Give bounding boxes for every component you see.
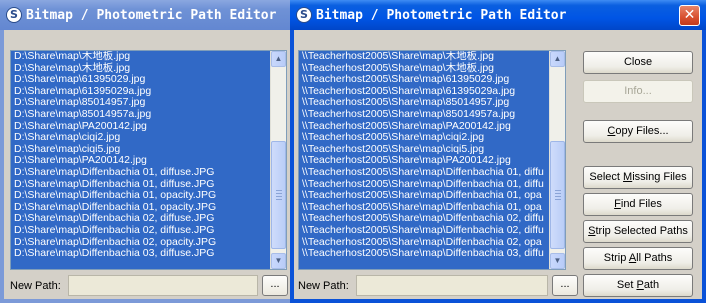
right-dialog-window: S Bitmap / Photometric Path Editor ✕ \\T… (290, 0, 706, 303)
file-list-item[interactable]: D:\Share\map\Diffenbachia 01, diffuse.JP… (11, 166, 270, 179)
file-list-item[interactable]: \\Teacherhost2005\Share\map\木地板.jpg (299, 51, 549, 63)
grip-line (276, 199, 282, 200)
left-frame-border (0, 30, 4, 303)
file-list-item[interactable]: \\Teacherhost2005\Share\map\Diffenbachia… (299, 247, 549, 260)
grip-line (555, 190, 561, 191)
left-file-list-items: D:\Share\map\木地板.jpg D:\Share\map\木地板.jpg… (11, 51, 270, 269)
copy-files-button[interactable]: Copy Files... (583, 120, 693, 143)
left-file-list[interactable]: D:\Share\map\木地板.jpg D:\Share\map\木地板.jpg… (10, 50, 287, 270)
file-list-item[interactable]: D:\Share\map\85014957a.jpg (11, 108, 270, 121)
file-list-item[interactable]: D:\Share\map\木地板.jpg (11, 51, 270, 63)
scroll-thumb[interactable] (271, 141, 286, 249)
app-icon: S (296, 7, 312, 23)
grip-line (555, 196, 561, 197)
file-list-item[interactable]: \\Teacherhost2005\Share\map\Diffenbachia… (299, 166, 549, 179)
new-path-input[interactable] (68, 275, 258, 296)
file-list-item[interactable]: D:\Share\map\Diffenbachia 02, diffuse.JP… (11, 224, 270, 237)
file-list-item[interactable]: \\Teacherhost2005\Share\map\Diffenbachia… (299, 224, 549, 237)
bottom-frame-border (290, 299, 706, 303)
scroll-down-arrow-icon[interactable]: ▼ (271, 253, 286, 269)
select-missing-files-button[interactable]: Select Missing Files (583, 166, 693, 189)
file-list-item[interactable]: D:\Share\map\Diffenbachia 03, diffuse.JP… (11, 247, 270, 260)
browse-button[interactable]: ... (262, 275, 288, 296)
left-title-bar[interactable]: S Bitmap / Photometric Path Editor (0, 0, 290, 30)
new-path-label: New Path: (10, 280, 61, 292)
grip-line (276, 190, 282, 191)
new-path-input[interactable] (356, 275, 548, 296)
strip-all-paths-button[interactable]: Strip All Paths (583, 247, 693, 270)
close-window-icon[interactable]: ✕ (679, 5, 700, 26)
new-path-label: New Path: (298, 280, 349, 292)
left-window-title: Bitmap / Photometric Path Editor (26, 8, 277, 23)
scroll-up-arrow-icon[interactable]: ▲ (550, 51, 565, 67)
grip-line (276, 196, 282, 197)
file-list-item[interactable]: D:\Share\map\Diffenbachia 01, opacity.JP… (11, 190, 270, 202)
strip-selected-paths-button[interactable]: Strip Selected Paths (583, 220, 693, 243)
right-vertical-scrollbar[interactable]: ▲ ▼ (549, 51, 565, 269)
left-frame-border (290, 30, 294, 303)
file-list-item[interactable]: \\Teacherhost2005\Share\map\85014957a.jp… (299, 108, 549, 121)
browse-button[interactable]: ... (552, 275, 578, 296)
scroll-up-arrow-icon[interactable]: ▲ (271, 51, 286, 67)
bottom-frame-border (0, 299, 290, 303)
set-path-button[interactable]: Set Path (583, 274, 693, 297)
file-list-item[interactable]: \\Teacherhost2005\Share\map\ciqi2.jpg (299, 132, 549, 144)
app-icon: S (6, 7, 22, 23)
grip-line (555, 193, 561, 194)
file-list-item[interactable]: D:\Share\map\ciqi2.jpg (11, 132, 270, 144)
right-window-title: Bitmap / Photometric Path Editor (316, 8, 567, 23)
right-file-list[interactable]: \\Teacherhost2005\Share\map\木地板.jpg \\Tea… (298, 50, 566, 270)
grip-line (555, 199, 561, 200)
file-list-item[interactable]: \\Teacherhost2005\Share\map\Diffenbachia… (299, 190, 549, 202)
grip-line (276, 193, 282, 194)
left-vertical-scrollbar[interactable]: ▲ ▼ (270, 51, 286, 269)
right-title-bar[interactable]: S Bitmap / Photometric Path Editor ✕ (290, 0, 706, 30)
left-dialog-window: S Bitmap / Photometric Path Editor D:\Sh… (0, 0, 290, 303)
scroll-down-arrow-icon[interactable]: ▼ (550, 253, 565, 269)
info-button[interactable]: Info... (583, 80, 693, 103)
scroll-thumb[interactable] (550, 141, 565, 249)
close-button[interactable]: Close (583, 51, 693, 74)
right-frame-border (702, 30, 706, 303)
find-files-button[interactable]: Find Files (583, 193, 693, 216)
right-file-list-items: \\Teacherhost2005\Share\map\木地板.jpg \\Tea… (299, 51, 549, 269)
